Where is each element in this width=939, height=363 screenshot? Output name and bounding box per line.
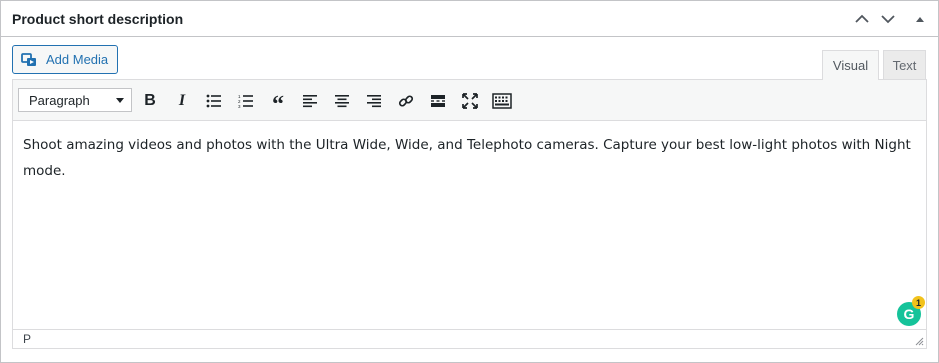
align-center-button[interactable] — [330, 89, 354, 113]
resize-handle-icon[interactable] — [914, 336, 924, 346]
format-select[interactable]: Paragraph — [18, 88, 132, 112]
bold-button[interactable]: B — [138, 89, 162, 113]
align-right-icon — [367, 95, 381, 108]
grammarly-icon: G — [903, 306, 915, 322]
chevron-up-icon — [855, 14, 869, 23]
align-left-icon — [303, 95, 317, 108]
panel-header: Product short description — [1, 1, 938, 37]
dropdown-arrow-icon — [116, 98, 124, 103]
numbered-list-button[interactable]: 1 2 3 — [234, 89, 258, 113]
editor-area: Paragraph B I 1 2 3 “ Shoot amazing vide… — [12, 79, 927, 349]
read-more-icon — [431, 95, 445, 107]
editor-statusbar: P — [13, 329, 926, 348]
bulleted-list-icon — [206, 94, 221, 108]
chevron-down-icon — [881, 15, 895, 24]
svg-text:3: 3 — [238, 104, 241, 108]
fullscreen-icon — [462, 93, 478, 109]
bulleted-list-button[interactable] — [202, 89, 226, 113]
add-media-button[interactable]: Add Media — [12, 45, 118, 74]
italic-button[interactable]: I — [170, 89, 194, 113]
move-up-button[interactable] — [852, 9, 872, 29]
element-path[interactable]: P — [23, 332, 31, 346]
triangle-up-icon — [916, 17, 924, 22]
italic-icon: I — [178, 92, 186, 109]
blockquote-button[interactable]: “ — [266, 89, 290, 117]
align-left-button[interactable] — [298, 89, 322, 113]
tab-visual[interactable]: Visual — [822, 50, 879, 80]
product-short-description-panel: Product short description Add Media Visu… — [0, 0, 939, 363]
link-icon — [398, 95, 414, 107]
grammarly-count-badge: 1 — [912, 296, 925, 309]
numbered-list-icon: 1 2 3 — [238, 94, 253, 108]
toolbar-toggle-button[interactable] — [490, 89, 514, 113]
toggle-panel-button[interactable] — [910, 9, 930, 29]
panel-title: Product short description — [12, 11, 184, 27]
align-center-icon — [335, 95, 349, 108]
format-select-value: Paragraph — [29, 92, 90, 108]
editor-toolbar: Paragraph B I 1 2 3 “ — [13, 80, 926, 121]
blockquote-icon: “ — [272, 92, 284, 118]
align-right-button[interactable] — [362, 89, 386, 113]
tab-text[interactable]: Text — [883, 50, 926, 79]
read-more-button[interactable] — [426, 89, 450, 113]
toolbar-toggle-icon — [492, 93, 512, 109]
add-media-label: Add Media — [46, 52, 109, 67]
move-down-button[interactable] — [878, 9, 898, 29]
editor-content[interactable]: Shoot amazing videos and photos with the… — [23, 132, 913, 184]
add-media-icon — [21, 52, 36, 66]
bold-icon: B — [144, 92, 156, 109]
insert-link-button[interactable] — [394, 89, 418, 113]
fullscreen-button[interactable] — [458, 89, 482, 113]
